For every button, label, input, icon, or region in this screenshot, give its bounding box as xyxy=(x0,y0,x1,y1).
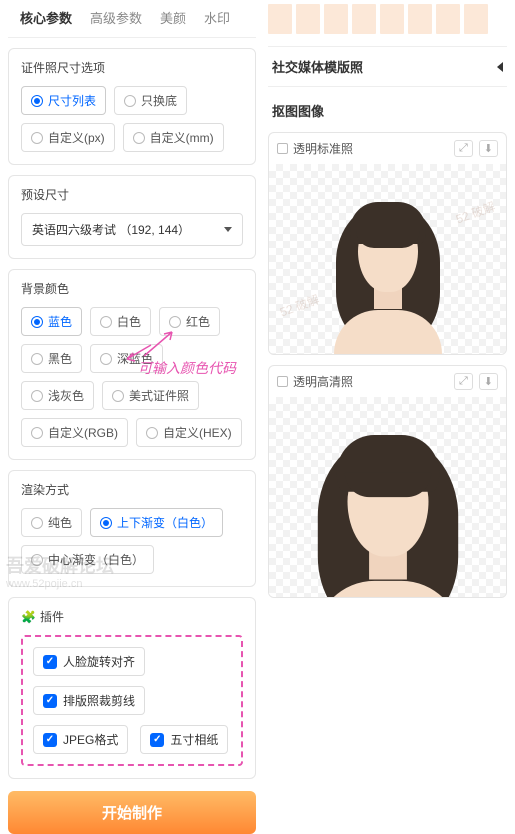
thumbnail[interactable] xyxy=(296,4,320,34)
preset-title: 预设尺寸 xyxy=(21,186,243,203)
thumbnail[interactable] xyxy=(268,4,292,34)
thumbnail[interactable] xyxy=(464,4,488,34)
expand-icon[interactable]: ⤢ xyxy=(454,373,473,390)
checkbox-icon[interactable] xyxy=(277,376,288,387)
plugin-crop-line-checkbox[interactable]: 排版照裁剪线 xyxy=(33,686,145,715)
annotation-arrow-icon xyxy=(142,328,176,358)
card-hd: 透明高清照 ⤢ ⬇ xyxy=(268,365,507,598)
plugins-section: 🧩插件 人脸旋转对齐 排版照裁剪线 JPEG格式 五寸相纸 xyxy=(8,597,256,779)
render-vgrad-radio[interactable]: 上下渐变（白色） xyxy=(90,508,223,537)
check-icon xyxy=(43,733,57,747)
check-icon xyxy=(43,655,57,669)
preset-section: 预设尺寸 英语四六级考试 （192, 144） xyxy=(8,175,256,259)
tab-advanced[interactable]: 高级参数 xyxy=(90,8,142,27)
render-solid-radio[interactable]: 纯色 xyxy=(21,508,82,537)
chevron-down-icon xyxy=(224,227,232,232)
size-list-radio[interactable]: 尺寸列表 xyxy=(21,86,106,115)
thumbnail[interactable] xyxy=(436,4,460,34)
plugin-icon: 🧩 xyxy=(21,610,36,624)
preset-select[interactable]: 英语四六级考试 （192, 144） xyxy=(21,213,243,246)
preset-value: 英语四六级考试 （192, 144） xyxy=(32,221,190,238)
expand-icon[interactable]: ⤢ xyxy=(454,140,473,157)
thumbnail[interactable] xyxy=(324,4,348,34)
plugin-5inch-checkbox[interactable]: 五寸相纸 xyxy=(140,725,228,754)
card-title: 透明标准照 xyxy=(293,140,353,157)
bg-custom-hex-radio[interactable]: 自定义(HEX) xyxy=(136,418,242,447)
checkbox-icon[interactable] xyxy=(277,143,288,154)
annotation-text: 可输入颜色代码 xyxy=(138,358,236,378)
render-section: 渲染方式 纯色 上下渐变（白色） 中心渐变（白色） xyxy=(8,470,256,587)
tab-beauty[interactable]: 美颜 xyxy=(160,8,186,27)
card-standard: 透明标准照 ⤢ ⬇ 52 破解 52 破解 xyxy=(268,132,507,355)
bgcolor-title: 背景颜色 xyxy=(21,280,243,297)
plugin-face-align-checkbox[interactable]: 人脸旋转对齐 xyxy=(33,647,145,676)
thumbnail-strip xyxy=(268,0,507,47)
bg-blue-radio[interactable]: 蓝色 xyxy=(21,307,82,336)
tabs: 核心参数 高级参数 美颜 水印 xyxy=(8,0,256,38)
chevron-left-icon xyxy=(497,62,503,72)
plugins-title: 🧩插件 xyxy=(21,608,243,625)
check-icon xyxy=(150,733,164,747)
cutout-title: 抠图图像 xyxy=(268,87,507,122)
portrait-image: 52 破解 52 破解 xyxy=(269,164,506,354)
size-bgonly-radio[interactable]: 只换底 xyxy=(114,86,187,115)
card-title: 透明高清照 xyxy=(293,373,353,390)
download-icon[interactable]: ⬇ xyxy=(479,373,498,390)
thumbnail[interactable] xyxy=(352,4,376,34)
thumbnail[interactable] xyxy=(408,4,432,34)
tab-watermark[interactable]: 水印 xyxy=(204,8,230,27)
plugin-jpeg-checkbox[interactable]: JPEG格式 xyxy=(33,725,128,754)
size-custom-mm-radio[interactable]: 自定义(mm) xyxy=(123,123,224,152)
size-custom-px-radio[interactable]: 自定义(px) xyxy=(21,123,115,152)
check-icon xyxy=(43,694,57,708)
tab-core[interactable]: 核心参数 xyxy=(20,8,72,27)
render-title: 渲染方式 xyxy=(21,481,243,498)
size-options-section: 证件照尺寸选项 尺寸列表 只换底 自定义(px) 自定义(mm) xyxy=(8,48,256,165)
render-cgrad-radio[interactable]: 中心渐变（白色） xyxy=(21,545,154,574)
download-icon[interactable]: ⬇ xyxy=(479,140,498,157)
social-template-expander[interactable]: 社交媒体模版照 xyxy=(268,47,507,87)
start-button[interactable]: 开始制作 xyxy=(8,791,256,834)
bg-usstyle-radio[interactable]: 美式证件照 xyxy=(102,381,199,410)
portrait-image xyxy=(269,397,506,597)
bg-black-radio[interactable]: 黑色 xyxy=(21,344,82,373)
bg-lightgray-radio[interactable]: 浅灰色 xyxy=(21,381,94,410)
bg-custom-rgb-radio[interactable]: 自定义(RGB) xyxy=(21,418,128,447)
size-options-title: 证件照尺寸选项 xyxy=(21,59,243,76)
thumbnail[interactable] xyxy=(380,4,404,34)
